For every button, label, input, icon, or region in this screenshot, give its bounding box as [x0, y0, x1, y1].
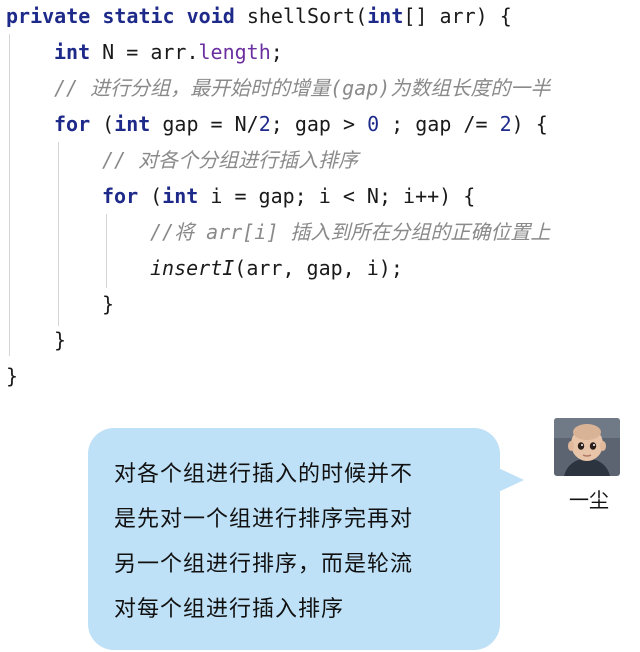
code-token: ;	[270, 40, 283, 64]
code-token: insertI	[150, 256, 235, 280]
code-token: 0	[367, 112, 380, 136]
code-line-8: insertI(arr, gap, i);	[150, 252, 403, 284]
code-line-4: for (int gap = N/2; gap > 0 ; gap /= 2) …	[54, 108, 548, 140]
code-token: (	[90, 112, 115, 136]
code-token: i = gap; i < N; i++) {	[198, 184, 476, 208]
code-token: private static void	[6, 4, 235, 28]
code-line-3: // 进行分组，最开始时的增量(gap)为数组长度的一半	[54, 72, 550, 104]
code-token: }	[102, 292, 115, 316]
speech-bubble-tail	[494, 466, 524, 494]
code-token: 2	[499, 112, 512, 136]
monk-avatar-icon	[554, 418, 620, 476]
code-token: for	[102, 184, 139, 208]
bubble-line: 对每个组进行插入排序	[114, 597, 345, 622]
code-token: //将 arr[i] 插入到所在分组的正确位置上	[150, 220, 551, 244]
code-line-5: // 对各个分组进行插入排序	[102, 144, 358, 176]
code-line-10: }	[54, 324, 66, 356]
code-line-1: private static void shellSort(int[] arr)…	[6, 0, 512, 32]
code-token: }	[54, 328, 67, 352]
code-editor: private static void shellSort(int[] arr)…	[0, 0, 640, 395]
bubble-line: 另一个组进行排序，而是轮流	[114, 552, 414, 577]
code-token: shellSort(	[234, 4, 368, 28]
code-token: 2	[258, 112, 271, 136]
code-token: int	[114, 112, 151, 136]
code-token: ; gap >	[270, 112, 368, 136]
indent-guide-outer-loop	[58, 142, 59, 326]
code-line-9: }	[102, 288, 114, 320]
code-line-6: for (int i = gap; i < N; i++) {	[102, 180, 475, 212]
bubble-line: 对各个组进行插入的时候并不	[114, 462, 414, 487]
code-token: (	[138, 184, 163, 208]
bubble-line: 是先对一个组进行排序完再对	[114, 507, 414, 532]
code-token: }	[6, 364, 19, 388]
code-token: ; gap /=	[379, 112, 500, 136]
indent-guide-method	[9, 34, 10, 356]
code-token: gap = N/	[150, 112, 259, 136]
indent-guide-inner-loop	[106, 214, 107, 288]
code-token: // 对各个分组进行插入排序	[102, 148, 359, 172]
avatar-name: 一尘	[569, 488, 609, 512]
avatar	[554, 418, 620, 476]
code-line-2: int N = arr.length;	[54, 36, 283, 68]
code-token: int	[162, 184, 199, 208]
code-line-7: //将 arr[i] 插入到所在分组的正确位置上	[150, 216, 550, 248]
code-token: for	[54, 112, 91, 136]
code-token: int	[367, 4, 404, 28]
code-token: (arr, gap, i);	[234, 256, 403, 280]
code-token: ) {	[511, 112, 548, 136]
code-token: length	[198, 40, 271, 64]
code-line-11: }	[6, 360, 18, 392]
code-token: [] arr) {	[403, 4, 512, 28]
code-token: int	[54, 40, 91, 64]
code-token: N = arr.	[90, 40, 199, 64]
code-token: // 进行分组，最开始时的增量(gap)为数组长度的一半	[54, 76, 551, 100]
speech-bubble-text: 对各个组进行插入的时候并不 是先对一个组进行排序完再对 另一个组进行排序，而是轮…	[114, 452, 484, 632]
